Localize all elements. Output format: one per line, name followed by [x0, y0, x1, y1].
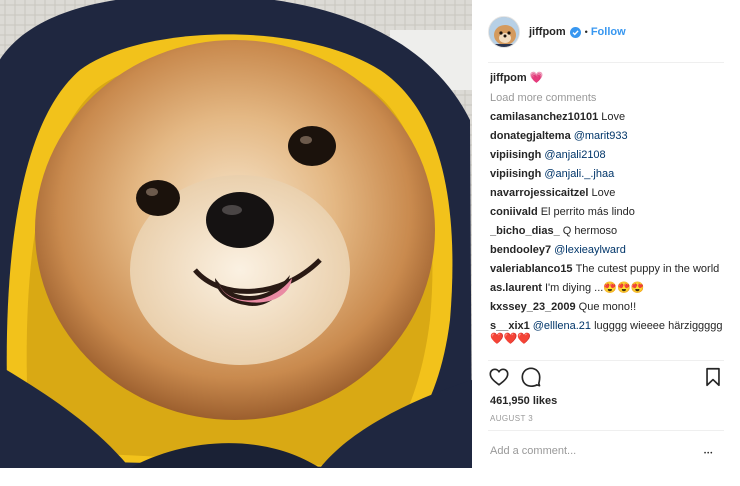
comment-row: vipiisingh @anjali._.jhaa — [490, 168, 724, 181]
comment-username[interactable]: as.laurent — [490, 282, 542, 294]
pomeranian-in-hoodie-image — [0, 0, 472, 468]
comment-username[interactable]: camilasanchez10101 — [490, 111, 598, 123]
post-header: jiffpom • Follow — [488, 14, 724, 50]
footer-divider — [488, 430, 724, 431]
caption-emoji: 💗 — [529, 72, 544, 84]
comment-row: _bicho_dias_ Q hermoso — [490, 225, 724, 238]
post-photo[interactable] — [0, 0, 472, 468]
comment-row: camilasanchez10101 Love — [490, 111, 724, 124]
comment-username[interactable]: s__xix1 — [490, 320, 530, 332]
comment-text: Love — [591, 187, 616, 199]
heart-outline-icon[interactable] — [488, 366, 510, 388]
post-sidebar: jiffpom • Follow jiffpom 💗 Load more com… — [472, 0, 740, 468]
comment-username[interactable]: vipiisingh — [490, 168, 541, 180]
comment-row: as.laurent I'm diying ...😍😍😍 — [490, 282, 724, 295]
avatar[interactable] — [488, 16, 520, 48]
comment-text: Que mono!! — [578, 301, 637, 313]
comment-username[interactable]: vipiisingh — [490, 149, 541, 161]
comment-row: vipiisingh @anjali2108 — [490, 149, 724, 162]
comment-text: The cutest puppy in the world — [575, 263, 720, 275]
comment-row: donategjaltema @marit933 — [490, 130, 724, 143]
likes-count[interactable]: 461,950 likes — [490, 395, 557, 407]
instagram-post: jiffpom • Follow jiffpom 💗 Load more com… — [0, 0, 740, 486]
comment-bubble-icon[interactable] — [520, 366, 542, 388]
comment-username[interactable]: donategjaltema — [490, 130, 571, 142]
header-divider — [488, 62, 724, 63]
comment-username[interactable]: kxssey_23_2009 — [490, 301, 576, 313]
comment-text: Q hermoso — [562, 225, 618, 237]
add-comment-input[interactable] — [490, 442, 712, 460]
comment-username[interactable]: _bicho_dias_ — [490, 225, 560, 237]
comment-row: valeriablanco15 The cutest puppy in the w… — [490, 263, 724, 276]
more-options-button[interactable]: ••• — [704, 449, 713, 459]
comments-list[interactable]: jiffpom 💗 Load more comments camilasanch… — [490, 70, 724, 358]
post-date: AUGUST 3 — [490, 414, 534, 423]
comment-mention-link[interactable]: @lexieaylward — [554, 244, 626, 256]
post-caption: jiffpom 💗 — [490, 70, 724, 86]
comment-username[interactable]: valeriablanco15 — [490, 263, 573, 275]
verified-badge-icon — [569, 26, 581, 38]
comment-username[interactable]: bendooley7 — [490, 244, 551, 256]
comment-row: navarrojessicaitzel Love — [490, 187, 724, 200]
comment-mention-link[interactable]: @anjali._.jhaa — [544, 168, 614, 180]
comment-mention-link[interactable]: @elllena.21 — [533, 320, 591, 332]
action-bar — [488, 366, 724, 390]
comment-text: I'm diying ...😍😍😍 — [544, 282, 645, 294]
comment-row: s__xix1 @elllena.21 lugggg wieeee härzigg… — [490, 320, 724, 346]
comment-username[interactable]: coniivald — [490, 206, 538, 218]
header-separator: • — [584, 27, 588, 37]
load-more-comments-button[interactable]: Load more comments — [490, 90, 724, 106]
comments-divider — [488, 360, 724, 361]
comment-mention-link[interactable]: @anjali2108 — [544, 149, 605, 161]
comment-username[interactable]: navarrojessicaitzel — [490, 187, 588, 199]
bookmark-icon[interactable] — [702, 366, 724, 388]
comment-mention-link[interactable]: @marit933 — [574, 130, 628, 142]
comment-text: Love — [601, 111, 626, 123]
comment-row: bendooley7 @lexieaylward — [490, 244, 724, 257]
header-username[interactable]: jiffpom — [529, 26, 566, 38]
comment-text: El perrito más lindo — [540, 206, 635, 218]
follow-button[interactable]: Follow — [591, 26, 626, 38]
caption-username[interactable]: jiffpom — [490, 72, 527, 84]
comment-row: coniivald El perrito más lindo — [490, 206, 724, 219]
comment-row: kxssey_23_2009 Que mono!! — [490, 301, 724, 314]
